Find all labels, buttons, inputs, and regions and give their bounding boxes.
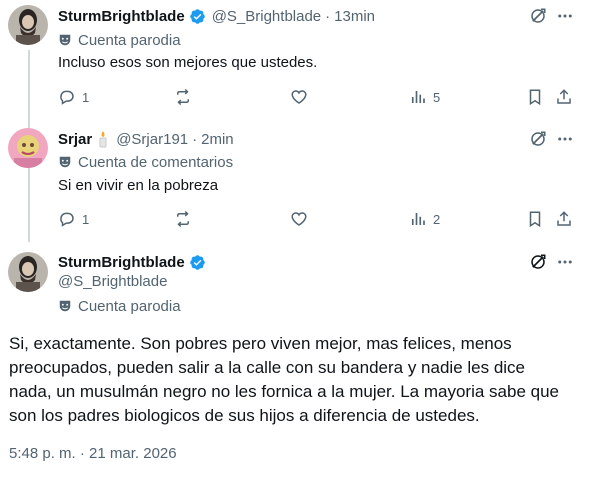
views-count: 5: [433, 89, 441, 105]
views-icon: [409, 210, 427, 228]
verified-badge-icon[interactable]: [189, 254, 206, 271]
avatar-srjar[interactable]: [8, 128, 48, 168]
parody-mask-icon: [58, 299, 72, 313]
reply-count: 1: [82, 211, 90, 227]
reply-button[interactable]: 1: [58, 209, 89, 229]
views-button[interactable]: 5: [409, 87, 440, 107]
author-handle[interactable]: @S_Brightblade: [212, 8, 321, 25]
share-icon[interactable]: [555, 210, 573, 228]
tweet-text: Si en vivir en la pobreza: [58, 177, 219, 194]
grok-icon[interactable]: [529, 253, 547, 271]
share-icon[interactable]: [555, 88, 573, 106]
views-button[interactable]: 2: [409, 209, 440, 229]
comment-account-icon: [58, 155, 72, 169]
account-label: Cuenta parodia: [78, 31, 181, 49]
text-line: son los padres biologicos de sus hijos a…: [9, 406, 480, 425]
like-button[interactable]: [290, 209, 308, 229]
bookmark-icon[interactable]: [526, 210, 544, 228]
like-button[interactable]: [290, 87, 308, 107]
more-options-icon[interactable]: [556, 253, 574, 271]
avatar-sturm[interactable]: [8, 5, 48, 45]
tweet-time[interactable]: 2min: [201, 131, 234, 148]
views-icon: [409, 88, 427, 106]
text-line: Si, exactamente. Son pobres pero viven m…: [9, 334, 512, 353]
tweet-text: Incluso esos son mejores que ustedes.: [58, 54, 318, 71]
more-options-icon[interactable]: [556, 130, 574, 148]
heart-icon: [290, 210, 308, 228]
reply-count: 1: [82, 89, 90, 105]
author-name[interactable]: SturmBrightblade: [58, 254, 185, 271]
reply-icon: [58, 210, 76, 228]
repost-icon: [174, 210, 192, 228]
author-handle[interactable]: @Srjar191: [116, 131, 188, 148]
reply-icon: [58, 88, 76, 106]
reply-button[interactable]: 1: [58, 87, 89, 107]
author-handle[interactable]: @S_Brightblade: [58, 273, 167, 290]
text-line: preocupados, pueden salir a la calle con…: [9, 358, 526, 377]
main-tweet-text: Si, exactamente. Son pobres pero viven m…: [9, 332, 587, 428]
grok-icon[interactable]: [529, 130, 547, 148]
repost-button[interactable]: [174, 209, 192, 229]
account-label: Cuenta parodia: [78, 297, 181, 315]
text-line: nada, un musulmán negro no les fornica a…: [9, 382, 559, 401]
repost-icon: [174, 88, 192, 106]
tweet-time[interactable]: 13min: [334, 8, 375, 25]
account-label: Cuenta de comentarios: [78, 153, 234, 171]
separator: ·: [192, 130, 198, 148]
tweet-timestamp[interactable]: 5:48 p. m. · 21 mar. 2026: [9, 445, 177, 462]
verified-badge-icon[interactable]: [189, 8, 206, 25]
heart-icon: [290, 88, 308, 106]
author-name[interactable]: SturmBrightblade: [58, 8, 185, 25]
views-count: 2: [433, 211, 441, 227]
candle-emoji-icon: [96, 130, 110, 148]
parody-mask-icon: [58, 33, 72, 47]
more-options-icon[interactable]: [556, 7, 574, 25]
avatar-sturm[interactable]: [8, 252, 48, 292]
separator: ·: [325, 7, 331, 25]
author-name[interactable]: Srjar: [58, 131, 92, 148]
grok-icon[interactable]: [529, 7, 547, 25]
repost-button[interactable]: [174, 87, 192, 107]
bookmark-icon[interactable]: [526, 88, 544, 106]
